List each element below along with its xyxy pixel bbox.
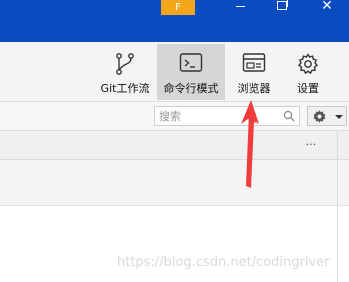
browser-icon	[242, 53, 266, 72]
panel-divider	[337, 131, 338, 282]
command-line-mode-button[interactable]: 命令行模式	[157, 44, 225, 100]
watermark-text: https://blog.csdn.net/codingriver	[117, 255, 330, 270]
panel-header	[0, 131, 349, 160]
restore-button[interactable]	[266, 0, 296, 16]
search-box	[154, 106, 300, 126]
minimize-button[interactable]	[226, 0, 256, 16]
settings-button[interactable]: 设置	[285, 44, 331, 100]
git-branch-icon	[116, 53, 134, 75]
title-badge[interactable]: F	[161, 0, 195, 15]
content-area	[0, 206, 337, 282]
chevron-down-icon	[335, 115, 343, 119]
search-icon[interactable]	[283, 110, 295, 122]
more-options-button[interactable]: ...	[303, 136, 319, 151]
settings-dropdown-button[interactable]	[307, 106, 347, 126]
search-input[interactable]	[159, 108, 277, 124]
close-icon: ✕	[321, 0, 333, 14]
gear-icon	[297, 53, 319, 75]
git-workflow-label: Git工作流	[100, 82, 150, 95]
terminal-icon	[179, 53, 203, 72]
settings-label: 设置	[297, 82, 319, 95]
browser-label: 浏览器	[237, 82, 271, 95]
close-button[interactable]: ✕	[312, 0, 342, 16]
browser-button[interactable]: 浏览器	[229, 44, 279, 100]
panel-strip	[0, 160, 349, 206]
command-line-mode-label: 命令行模式	[163, 82, 219, 95]
git-workflow-button[interactable]: Git工作流	[97, 44, 153, 100]
gear-icon	[313, 110, 326, 123]
